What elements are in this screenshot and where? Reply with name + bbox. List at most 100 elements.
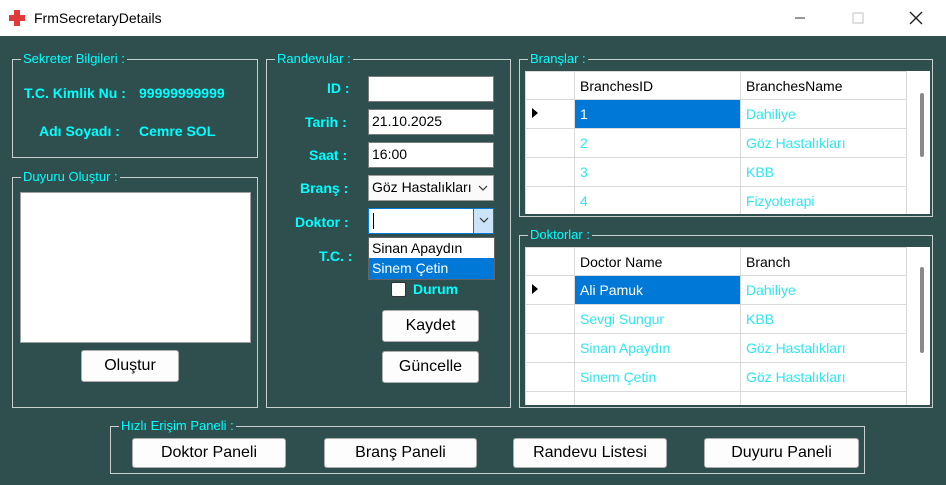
table-cell[interactable]: Sinem Çetin [574,362,741,392]
branches-grid: BranchesID BranchesName 1 Dahiliye 2 Göz… [525,71,930,214]
column-header[interactable]: Branch [740,247,907,276]
table-row[interactable]: 4 Fizyoterapi [525,186,907,214]
table-cell[interactable] [574,391,741,405]
table-cell[interactable]: Ali Pamuk [574,275,741,305]
name-label: Adı Soyadı : [39,123,120,139]
column-header[interactable]: Doctor Name [574,247,741,276]
name-value: Cemre SOL [139,123,216,139]
row-header-corner [525,71,575,100]
doctor-select[interactable] [368,208,494,234]
row-header[interactable] [525,333,575,363]
doctors-legend: Doktorlar : [528,227,592,243]
scroll-thumb[interactable] [920,267,924,353]
maximize-icon [852,12,864,24]
date-label: Tarih : [305,114,347,130]
table-cell[interactable]: Dahiliye [740,99,907,129]
doctor-panel-button[interactable]: Doktor Paneli [132,438,286,468]
current-row-icon [532,284,538,294]
doctors-scrollbar[interactable] [913,247,930,405]
plus-cross-icon [9,10,25,26]
text-cursor [373,213,374,229]
announcement-panel-button[interactable]: Duyuru Paneli [704,438,859,468]
row-header[interactable] [525,391,575,405]
minimize-button[interactable] [777,0,823,36]
table-cell[interactable]: Fizyoterapi [740,186,907,214]
table-row[interactable]: 1 Dahiliye [525,99,907,129]
time-input[interactable]: 16:00 [368,142,494,168]
window-title: FrmSecretaryDetails [34,10,162,26]
branches-scrollbar[interactable] [913,71,930,214]
chevron-down-icon [479,217,489,223]
tc-value: 99999999999 [139,85,225,101]
row-header-corner [525,247,575,276]
table-cell[interactable]: Sinan Apaydın [574,333,741,363]
secretary-info-group: Sekreter Bilgileri : [12,51,258,158]
table-cell[interactable]: Göz Hastalıkları [740,128,907,158]
table-cell[interactable]: Göz Hastalıkları [740,362,907,392]
table-cell[interactable] [740,391,907,405]
secretary-info-legend: Sekreter Bilgileri : [21,51,127,67]
table-cell[interactable]: 3 [574,157,741,187]
branches-header-row: BranchesID BranchesName [525,71,907,100]
title-bar: FrmSecretaryDetails [0,0,946,36]
table-cell[interactable]: KBB [740,157,907,187]
row-header[interactable] [525,128,575,158]
doctor-dropdown-list: Sinan Apaydın Sinem Çetin [368,237,495,280]
branch-label: Branş : [300,180,349,196]
doctors-header-row: Doctor Name Branch [525,247,907,276]
table-cell[interactable]: Göz Hastalıkları [740,333,907,363]
update-button[interactable]: Güncelle [382,351,479,383]
doctor-dropdown-button[interactable] [473,209,493,233]
announcement-legend: Duyuru Oluştur : [21,169,120,185]
status-checkbox[interactable] [391,282,406,297]
status-label: Durum [413,281,459,297]
chevron-down-icon [478,185,488,191]
branch-select-value: Göz Hastalıkları [372,179,472,195]
table-cell[interactable]: KBB [740,304,907,334]
branches-legend: Branşlar : [528,51,588,67]
doctor-option-highlighted[interactable]: Sinem Çetin [369,258,494,279]
id-label: ID : [327,80,350,96]
table-row[interactable]: 3 KBB [525,157,907,187]
doctor-option[interactable]: Sinan Apaydın [369,238,494,258]
table-row[interactable] [525,391,907,405]
row-header[interactable] [525,275,575,305]
maximize-button [835,0,881,36]
table-cell[interactable]: Dahiliye [740,275,907,305]
close-icon [909,11,923,25]
date-input[interactable]: 21.10.2025 [368,109,494,135]
table-row[interactable]: Sinem Çetin Göz Hastalıkları [525,362,907,392]
appointment-list-button[interactable]: Randevu Listesi [513,438,667,468]
scroll-thumb[interactable] [920,93,924,157]
doctors-grid: Doctor Name Branch Ali Pamuk Dahiliye Se… [525,247,930,405]
row-header[interactable] [525,157,575,187]
table-row[interactable]: Sevgi Sungur KBB [525,304,907,334]
appointments-legend: Randevular : [275,51,353,67]
time-label: Saat : [309,147,348,163]
table-row[interactable]: 2 Göz Hastalıkları [525,128,907,158]
announcement-textarea[interactable] [20,192,251,343]
save-button[interactable]: Kaydet [382,310,479,342]
minimize-icon [795,17,805,19]
table-cell[interactable]: 4 [574,186,741,214]
table-row[interactable]: Ali Pamuk Dahiliye [525,275,907,305]
row-header[interactable] [525,304,575,334]
table-row[interactable]: Sinan Apaydın Göz Hastalıkları [525,333,907,363]
current-row-icon [532,108,538,118]
row-header[interactable] [525,99,575,129]
row-header[interactable] [525,362,575,392]
tc-appointment-label: T.C. : [319,248,353,264]
table-cell[interactable]: Sevgi Sungur [574,304,741,334]
table-cell[interactable]: 1 [574,99,741,129]
table-cell[interactable]: 2 [574,128,741,158]
column-header[interactable]: BranchesName [740,71,907,100]
id-input[interactable] [368,76,494,102]
branch-panel-button[interactable]: Branş Paneli [324,438,477,468]
row-header[interactable] [525,186,575,214]
close-button[interactable] [893,0,939,36]
branch-select[interactable]: Göz Hastalıkları [368,175,494,201]
tc-label: T.C. Kimlik Nu : [24,85,126,101]
create-announcement-button[interactable]: Oluştur [81,350,179,382]
doctor-label: Doktor : [295,214,349,230]
column-header[interactable]: BranchesID [574,71,741,100]
